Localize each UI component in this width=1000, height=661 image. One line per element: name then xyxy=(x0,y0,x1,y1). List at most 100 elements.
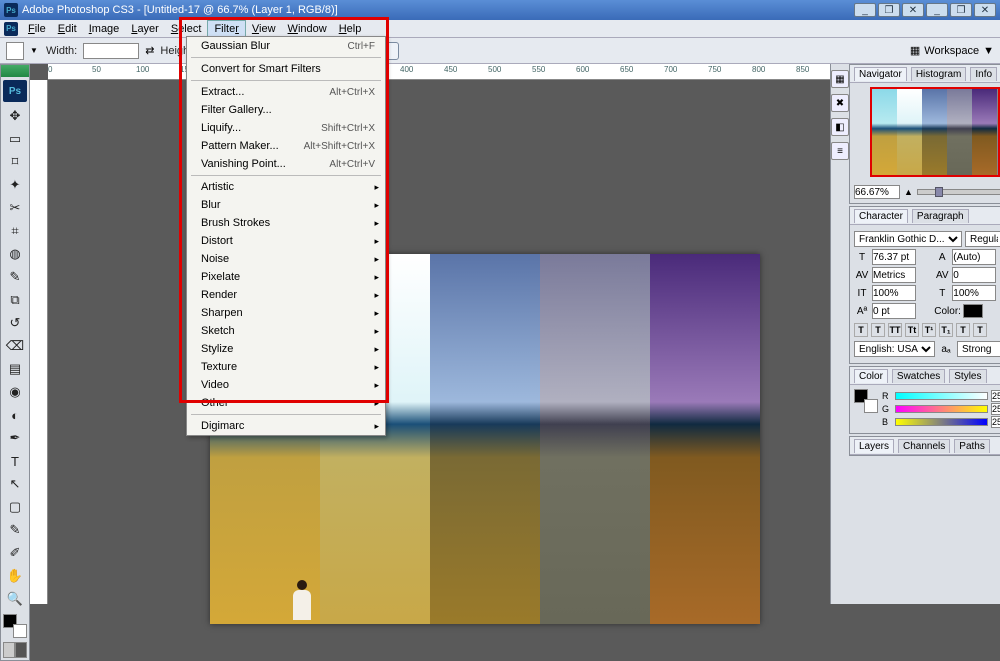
tab-paragraph[interactable]: Paragraph xyxy=(912,209,969,223)
zoom-slider[interactable] xyxy=(917,189,1000,195)
tab-layers[interactable]: Layers xyxy=(854,439,894,453)
menu-file[interactable]: File xyxy=(22,21,52,37)
eraser-tool[interactable]: ⌫ xyxy=(2,335,28,357)
wand-tool[interactable]: ✦ xyxy=(2,174,28,196)
kerning-input[interactable] xyxy=(872,267,916,283)
type-tool[interactable]: T xyxy=(2,450,28,472)
crop-tool[interactable]: ✂ xyxy=(2,197,28,219)
color-swatches[interactable] xyxy=(3,614,27,638)
superscript-button[interactable]: T¹ xyxy=(922,323,936,337)
tab-navigator[interactable]: Navigator xyxy=(854,67,907,81)
gradient-tool[interactable]: ▤ xyxy=(2,358,28,380)
panel-icon-3[interactable]: ◧ xyxy=(831,118,849,136)
path-tool[interactable]: ↖ xyxy=(2,473,28,495)
panel-icon-1[interactable]: ▦ xyxy=(831,70,849,88)
dodge-tool[interactable]: ◐ xyxy=(2,404,28,426)
eyedropper-tool[interactable]: ✐ xyxy=(2,542,28,564)
menu-item-other[interactable]: Other▸ xyxy=(187,394,385,412)
panel-icon-2[interactable]: ✖ xyxy=(831,94,849,112)
menu-item-digimarc[interactable]: Digimarc▸ xyxy=(187,417,385,435)
menu-item-pixelate[interactable]: Pixelate▸ xyxy=(187,268,385,286)
tab-channels[interactable]: Channels xyxy=(898,439,950,453)
r-input[interactable] xyxy=(991,390,1000,402)
menu-item-texture[interactable]: Texture▸ xyxy=(187,358,385,376)
tab-swatches[interactable]: Swatches xyxy=(892,369,945,383)
crop-tool-icon[interactable] xyxy=(6,42,24,60)
doc-restore-button[interactable]: ❐ xyxy=(950,3,972,17)
history-brush-tool[interactable]: ↺ xyxy=(2,312,28,334)
font-family-select[interactable]: Franklin Gothic D... xyxy=(854,231,962,247)
heal-tool[interactable]: ◍ xyxy=(2,243,28,265)
pen-tool[interactable]: ✒ xyxy=(2,427,28,449)
menu-item-liquify-[interactable]: Liquify...Shift+Ctrl+X xyxy=(187,119,385,137)
zoom-input[interactable] xyxy=(854,185,900,199)
tab-character[interactable]: Character xyxy=(854,209,908,223)
notes-tool[interactable]: ✎ xyxy=(2,519,28,541)
color-fg-bg[interactable] xyxy=(854,389,878,413)
navigator-thumbnail[interactable] xyxy=(870,87,1000,177)
font-style-select[interactable]: Regular xyxy=(965,231,1000,247)
workspace-label[interactable]: Workspace xyxy=(924,45,979,57)
strike-button[interactable]: T xyxy=(973,323,987,337)
close-button[interactable]: ✕ xyxy=(902,3,924,17)
menu-item-sharpen[interactable]: Sharpen▸ xyxy=(187,304,385,322)
menu-view[interactable]: View xyxy=(246,21,282,37)
antialias-select[interactable]: Strong xyxy=(957,341,1000,357)
menu-filter[interactable]: Filter xyxy=(207,20,245,38)
menu-item-vanishing-point-[interactable]: Vanishing Point...Alt+Ctrl+V xyxy=(187,155,385,173)
menu-window[interactable]: Window xyxy=(282,21,333,37)
menu-item-distort[interactable]: Distort▸ xyxy=(187,232,385,250)
menu-item-blur[interactable]: Blur▸ xyxy=(187,196,385,214)
menu-layer[interactable]: Layer xyxy=(125,21,165,37)
r-slider[interactable] xyxy=(895,392,988,400)
tab-paths[interactable]: Paths xyxy=(954,439,990,453)
vscale-input[interactable] xyxy=(872,285,916,301)
menu-item-artistic[interactable]: Artistic▸ xyxy=(187,178,385,196)
menu-item-gaussian-blur[interactable]: Gaussian BlurCtrl+F xyxy=(187,37,385,55)
move-tool[interactable]: ✥ xyxy=(2,105,28,127)
b-input[interactable] xyxy=(991,416,1000,428)
hand-tool[interactable]: ✋ xyxy=(2,565,28,587)
menu-item-render[interactable]: Render▸ xyxy=(187,286,385,304)
menu-item-sketch[interactable]: Sketch▸ xyxy=(187,322,385,340)
maximize-button[interactable]: ❐ xyxy=(878,3,900,17)
bold-button[interactable]: T xyxy=(854,323,868,337)
stamp-tool[interactable]: ⧉ xyxy=(2,289,28,311)
tab-styles[interactable]: Styles xyxy=(949,369,986,383)
brush-tool[interactable]: ✎ xyxy=(2,266,28,288)
marquee-tool[interactable]: ▭ xyxy=(2,128,28,150)
minimize-button[interactable]: _ xyxy=(854,3,876,17)
menu-edit[interactable]: Edit xyxy=(52,21,83,37)
menu-help[interactable]: Help xyxy=(333,21,368,37)
text-color-swatch[interactable] xyxy=(963,304,983,318)
hscale-input[interactable] xyxy=(952,285,996,301)
menu-item-stylize[interactable]: Stylize▸ xyxy=(187,340,385,358)
menu-image[interactable]: Image xyxy=(83,21,126,37)
width-input[interactable] xyxy=(83,43,139,59)
panel-icon-4[interactable]: ≡ xyxy=(831,142,849,160)
swap-icon[interactable]: ⇄ xyxy=(145,44,154,57)
zoom-out-icon[interactable]: ▲ xyxy=(904,187,913,197)
lasso-tool[interactable]: ⌑ xyxy=(2,151,28,173)
menu-select[interactable]: Select xyxy=(165,21,208,37)
menu-item-pattern-maker-[interactable]: Pattern Maker...Alt+Shift+Ctrl+X xyxy=(187,137,385,155)
doc-close-button[interactable]: ✕ xyxy=(974,3,996,17)
font-size-input[interactable] xyxy=(872,249,916,265)
menu-item-convert-for-smart-filters[interactable]: Convert for Smart Filters xyxy=(187,60,385,78)
g-input[interactable] xyxy=(991,403,1000,415)
chevron-down-icon[interactable]: ▼ xyxy=(983,45,994,57)
underline-button[interactable]: T xyxy=(956,323,970,337)
subscript-button[interactable]: T₁ xyxy=(939,323,953,337)
tool-preset-dropdown[interactable]: ▼ xyxy=(30,46,40,55)
slice-tool[interactable]: ⌗ xyxy=(2,220,28,242)
menu-item-brush-strokes[interactable]: Brush Strokes▸ xyxy=(187,214,385,232)
quickmask-toggle[interactable] xyxy=(3,642,27,658)
g-slider[interactable] xyxy=(895,405,988,413)
allcaps-button[interactable]: TT xyxy=(888,323,902,337)
menu-item-filter-gallery-[interactable]: Filter Gallery... xyxy=(187,101,385,119)
menu-item-extract-[interactable]: Extract...Alt+Ctrl+X xyxy=(187,83,385,101)
menu-item-noise[interactable]: Noise▸ xyxy=(187,250,385,268)
shape-tool[interactable]: ▢ xyxy=(2,496,28,518)
smallcaps-button[interactable]: Tt xyxy=(905,323,919,337)
doc-minimize-button[interactable]: _ xyxy=(926,3,948,17)
